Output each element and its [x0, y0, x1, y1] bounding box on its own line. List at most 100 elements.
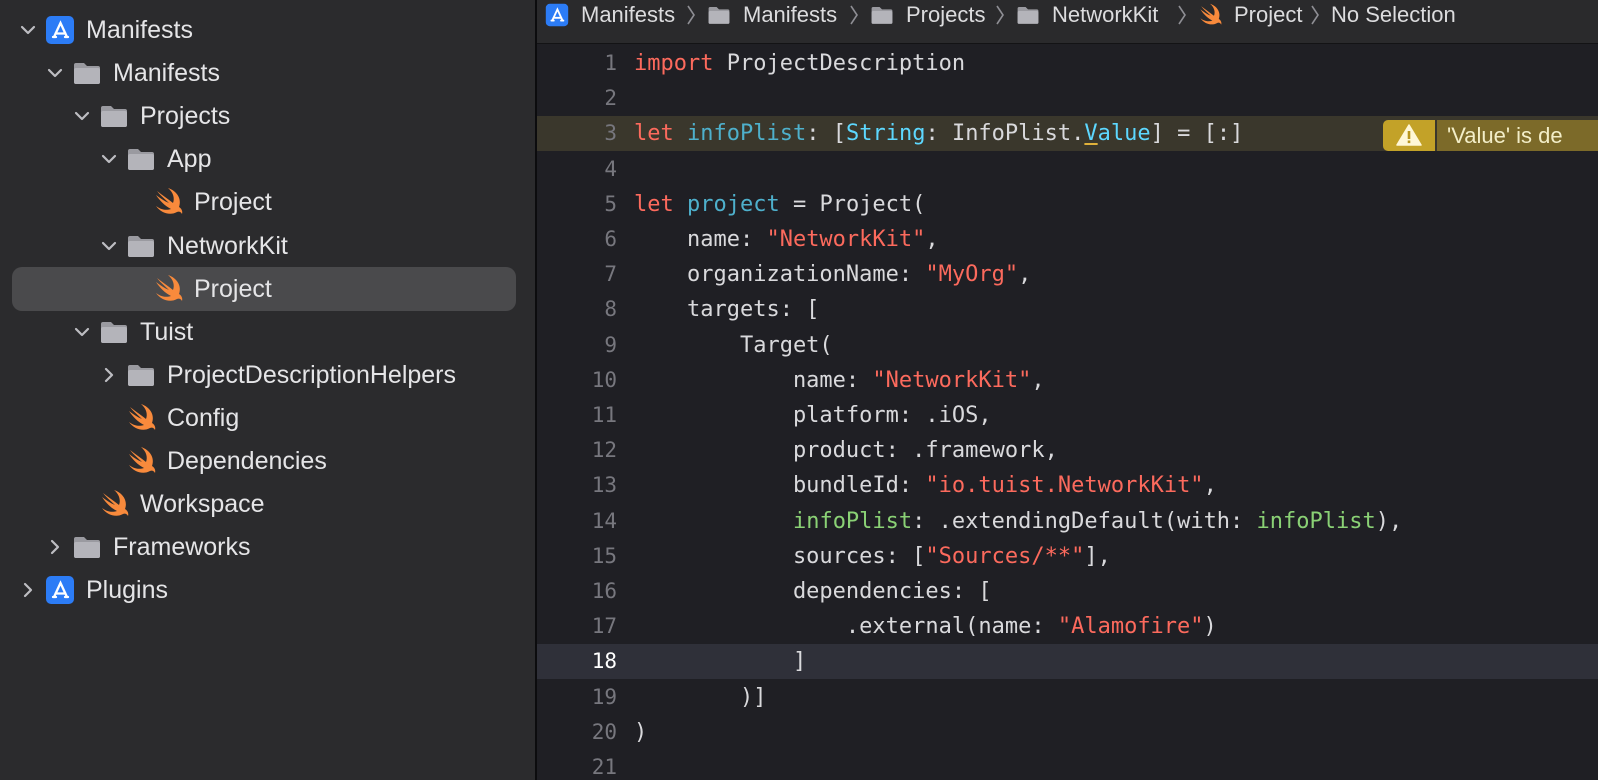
- sidebar-item[interactable]: Projects: [0, 94, 535, 138]
- line-number: 3: [604, 121, 617, 146]
- code-line[interactable]: 19 )]: [537, 680, 1598, 715]
- sidebar-item[interactable]: Project: [0, 266, 535, 311]
- folder-icon: [99, 317, 129, 347]
- code-token: targets: [: [634, 297, 820, 323]
- code-line[interactable]: 10 name: "NetworkKit",: [537, 363, 1598, 398]
- folder-icon: [707, 3, 731, 27]
- sidebar-item[interactable]: ProjectDescriptionHelpers: [0, 353, 535, 397]
- line-number: 9: [604, 332, 617, 357]
- sidebar-item-label: Plugins: [86, 576, 168, 605]
- swift-file-icon: [1198, 3, 1222, 27]
- swift-file-icon: [153, 274, 183, 304]
- line-number: 10: [591, 367, 617, 392]
- code-token: ),: [1375, 508, 1403, 534]
- line-number: 12: [591, 438, 617, 463]
- code-line[interactable]: 13 bundleId: "io.tuist.NetworkKit",: [537, 468, 1598, 503]
- breadcrumb-label: Project: [1234, 2, 1303, 27]
- warning-text: 'Value' is de: [1447, 123, 1563, 149]
- line-number: 8: [604, 297, 617, 322]
- code-line[interactable]: 20): [537, 715, 1598, 750]
- code-token: organizationName:: [634, 262, 926, 288]
- string-literal: "Sources/**": [925, 543, 1085, 569]
- code-token: = Project(: [779, 191, 926, 217]
- sidebar-item[interactable]: Workspace: [0, 482, 535, 526]
- sidebar-item-label: Project: [194, 274, 272, 303]
- code-token: product: .framework,: [634, 438, 1058, 464]
- code-text: let infoPlist: [String: InfoPlist.Value]…: [634, 116, 1243, 151]
- code-line[interactable]: 9 Target(: [537, 328, 1598, 363]
- code-text: ): [634, 715, 647, 750]
- code-token: ,: [1031, 367, 1045, 393]
- code-token: ,: [925, 227, 939, 252]
- folder-icon: [126, 360, 156, 390]
- code-line[interactable]: 3 let infoPlist: [String: InfoPlist.Value…: [537, 116, 1598, 152]
- line-number: 7: [604, 262, 617, 287]
- code-line[interactable]: 18 ]: [537, 644, 1598, 680]
- chevron-right-icon[interactable]: [18, 580, 38, 600]
- sidebar-item[interactable]: Manifests: [0, 8, 535, 52]
- sidebar-item[interactable]: Project: [0, 180, 535, 224]
- project-navigator: Manifests Manifests Projects App Project Netw…: [0, 0, 535, 780]
- sidebar-item[interactable]: Frameworks: [0, 525, 535, 569]
- chevron-down-icon[interactable]: [72, 106, 92, 126]
- chevron-down-icon[interactable]: [45, 63, 65, 83]
- folder-icon: [72, 58, 102, 88]
- code-line[interactable]: 12 product: .framework,: [537, 433, 1598, 468]
- code-line[interactable]: 16 dependencies: [: [537, 574, 1598, 609]
- code-line[interactable]: 6 name: "NetworkKit",: [537, 222, 1598, 257]
- code-text: )]: [634, 680, 767, 715]
- code-line[interactable]: 2: [537, 81, 1598, 116]
- line-number: 18: [591, 649, 617, 674]
- line-number: 2: [604, 86, 617, 111]
- breadcrumb-label: NetworkKit: [1052, 2, 1159, 27]
- breadcrumb-label: Manifests: [743, 2, 838, 27]
- chevron-right-icon[interactable]: [45, 537, 65, 557]
- chevron-down-icon[interactable]: [18, 20, 38, 40]
- line-number: 16: [591, 579, 617, 603]
- sidebar-item-label: Config: [167, 403, 240, 432]
- sidebar-item[interactable]: Manifests: [0, 51, 535, 95]
- warning-badge[interactable]: [1383, 120, 1435, 152]
- code-token: name:: [634, 367, 873, 393]
- sidebar-item-label: Tuist: [140, 317, 194, 346]
- chevron-down-icon[interactable]: [99, 236, 119, 256]
- keyword: let: [634, 121, 674, 147]
- declaration-name: project: [687, 191, 780, 217]
- chevron-down-icon[interactable]: [72, 322, 92, 342]
- warning-message[interactable]: 'Value' is de: [1437, 120, 1598, 152]
- sidebar-item[interactable]: Config: [0, 396, 535, 440]
- sidebar-item-label: Projects: [140, 102, 231, 131]
- code-line[interactable]: 8 targets: [: [537, 292, 1598, 327]
- source-editor[interactable]: 1 import ProjectDescription 2 3 let infoPlis…: [537, 44, 1598, 780]
- chevron-down-icon[interactable]: [99, 149, 119, 169]
- sidebar-item[interactable]: Plugins: [0, 568, 535, 612]
- code-token: sources: [: [634, 543, 926, 569]
- code-line[interactable]: 21: [537, 750, 1598, 780]
- sidebar-item[interactable]: Dependencies: [0, 439, 535, 483]
- code-text: let project = Project(: [634, 187, 925, 222]
- declaration-name: infoPlist: [687, 121, 807, 147]
- code-line[interactable]: 17 .external(name: "Alamofire"): [537, 609, 1598, 644]
- code-line[interactable]: 4: [537, 152, 1598, 187]
- type-name: V: [1084, 121, 1098, 147]
- code-line[interactable]: 14 infoPlist: .extendingDefault(with: in…: [537, 504, 1598, 539]
- sidebar-item[interactable]: NetworkKit: [0, 224, 535, 268]
- code-line[interactable]: 15 sources: ["Sources/**"],: [537, 539, 1598, 574]
- code-line[interactable]: 1 import ProjectDescription: [537, 46, 1598, 81]
- line-number: 1: [604, 51, 617, 75]
- code-line[interactable]: 7 organizationName: "MyOrg",: [537, 257, 1598, 292]
- code-token: platform: .iOS,: [634, 403, 992, 428]
- sidebar-item[interactable]: Tuist: [0, 310, 535, 354]
- code-line[interactable]: 5 let project = Project(: [537, 187, 1598, 222]
- code-line[interactable]: 11 platform: .iOS,: [537, 398, 1598, 433]
- sidebar-item[interactable]: App: [0, 137, 535, 181]
- chevron-right-icon[interactable]: [99, 365, 119, 385]
- warning-triangle-icon: [1396, 124, 1422, 147]
- string-literal: "MyOrg": [925, 262, 1019, 288]
- code-token: name:: [634, 227, 767, 252]
- type-name: String: [845, 121, 926, 147]
- type-name: alue: [1097, 121, 1151, 147]
- code-token: : .extendingDefault(with:: [912, 508, 1257, 534]
